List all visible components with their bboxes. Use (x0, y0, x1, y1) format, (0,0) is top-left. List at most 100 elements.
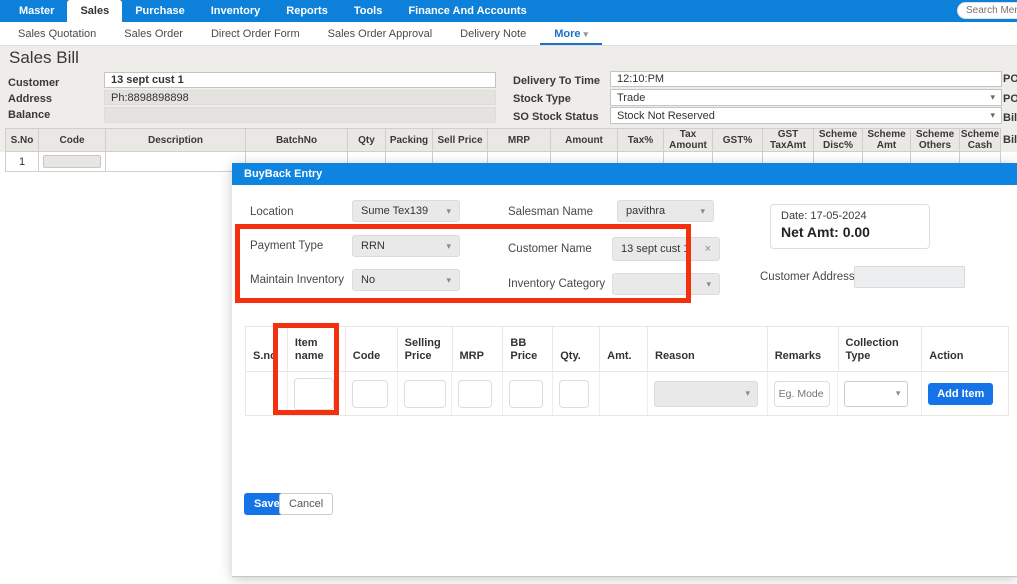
column-header: GST TaxAmt (763, 129, 814, 151)
column-header: Selling Price (398, 327, 453, 372)
column-header: Scheme Others (911, 129, 960, 151)
app-window: Master Sales Purchase Inventory Reports … (0, 0, 1017, 584)
customer-label: Customer (8, 77, 59, 89)
tab-inventory[interactable]: Inventory (198, 0, 274, 22)
customer-name-chip[interactable]: 13 sept cust 1 × (612, 237, 720, 261)
customer-name-value: 13 sept cust 1 (621, 243, 690, 255)
cancel-button[interactable]: Cancel (279, 493, 333, 515)
payment-type-value: RRN (361, 240, 385, 252)
date-net-amount-box: Date: 17-05-2024 Net Amt: 0.00 (770, 204, 930, 249)
qty-cell (553, 372, 600, 415)
chevron-down-icon: ▾ (990, 110, 995, 121)
column-header: BB Price (503, 327, 553, 372)
row-sno-cell: 1 (6, 152, 39, 171)
tab-finance-and-accounts[interactable]: Finance And Accounts (395, 0, 539, 22)
code-input[interactable] (43, 155, 101, 168)
subnav-sales-quotation[interactable]: Sales Quotation (4, 22, 110, 45)
tab-master[interactable]: Master (6, 0, 67, 22)
address-label: Address (8, 93, 52, 105)
payment-type-label: Payment Type (250, 240, 323, 252)
maintain-inventory-select[interactable]: No▾ (352, 269, 460, 291)
chevron-down-icon: ▾ (745, 388, 750, 399)
column-header: BatchNo (246, 129, 348, 151)
delivery-to-time-input[interactable] (610, 71, 1002, 87)
items-table-header: S.no Item name Code Selling Price MRP BB… (246, 327, 1008, 372)
salesman-name-select[interactable]: pavithra ▾ (617, 200, 714, 222)
so-stock-status-value: Stock Not Reserved (617, 110, 715, 122)
inventory-category-label: Inventory Category (508, 278, 605, 290)
customer-name-label: Customer Name (508, 243, 592, 255)
subnav-direct-order-form[interactable]: Direct Order Form (197, 22, 314, 45)
chevron-down-icon: ▾ (446, 241, 451, 252)
selling-price-input[interactable] (404, 380, 446, 408)
inventory-category-select[interactable]: ▾ (612, 273, 720, 295)
bill-cut-label: Bill (1003, 112, 1017, 124)
address-value: Ph:8898898898 (111, 92, 189, 104)
action-cell: Add Item (922, 372, 1008, 415)
column-header: Code (346, 327, 398, 372)
collection-type-cell: ▾ (838, 372, 922, 415)
address-field[interactable]: Ph:8898898898 (104, 90, 496, 105)
add-item-button[interactable]: Add Item (928, 383, 993, 405)
subnav-delivery-note[interactable]: Delivery Note (446, 22, 540, 45)
column-header: MRP (453, 327, 504, 372)
salesman-name-value: pavithra (626, 205, 665, 217)
top-nav-bar: Master Sales Purchase Inventory Reports … (0, 0, 1017, 22)
stock-type-select[interactable]: Trade▾ (610, 89, 1002, 106)
subnav-more-dropdown[interactable]: More ▾ (540, 22, 602, 45)
location-label: Location (250, 206, 293, 218)
selling-price-cell (398, 372, 453, 415)
so-stock-status-label: SO Stock Status (513, 111, 599, 123)
amt-cell (600, 372, 648, 415)
reason-select[interactable]: ▾ (654, 381, 758, 407)
column-header: Item name (288, 327, 346, 372)
balance-label: Balance (8, 109, 50, 121)
so-stock-status-select[interactable]: Stock Not Reserved ▾ (610, 107, 1002, 124)
chevron-down-icon: ▾ (700, 206, 705, 217)
column-header: Scheme Cash (960, 129, 1001, 151)
column-header: Amount (551, 129, 618, 151)
remarks-input[interactable] (774, 381, 830, 407)
column-header: Description (106, 129, 246, 151)
sales-sub-nav: Sales Quotation Sales Order Direct Order… (0, 22, 1017, 46)
column-header: Collection Type (839, 327, 923, 372)
column-header: Scheme Disc% (814, 129, 863, 151)
tab-purchase[interactable]: Purchase (122, 0, 198, 22)
customer-input[interactable] (104, 72, 496, 88)
subnav-sales-order-approval[interactable]: Sales Order Approval (314, 22, 447, 45)
row-code-cell (39, 152, 106, 171)
close-icon[interactable]: × (705, 243, 711, 255)
stock-type-value: Trade (617, 92, 645, 104)
column-header: Action (922, 327, 1008, 372)
mrp-input[interactable] (458, 380, 492, 408)
sales-table-header: S.No Code Description BatchNo Qty Packin… (5, 128, 1001, 152)
page-title: Sales Bill (9, 48, 79, 68)
more-label: More (554, 28, 580, 40)
modal-title-bar[interactable]: BuyBack Entry (232, 163, 1017, 185)
tab-reports[interactable]: Reports (273, 0, 341, 22)
balance-field[interactable] (104, 107, 496, 123)
item-code-input[interactable] (352, 380, 388, 408)
stock-type-label: Stock Type (513, 93, 571, 105)
payment-type-select[interactable]: RRN ▾ (352, 235, 460, 257)
salesman-name-label: Salesman Name (508, 206, 593, 218)
column-header: MRP (488, 129, 551, 151)
collection-type-select[interactable]: ▾ (844, 381, 908, 407)
qty-input[interactable] (559, 380, 589, 408)
maintain-inventory-label: Maintain Inventory (250, 274, 344, 286)
column-header: Scheme Amt (863, 129, 911, 151)
customer-address-input[interactable] (854, 266, 965, 288)
column-header: S.No (6, 129, 39, 151)
row-description-cell[interactable] (106, 152, 246, 171)
reason-cell: ▾ (648, 372, 768, 415)
tab-tools[interactable]: Tools (341, 0, 396, 22)
location-select[interactable]: Sume Tex139▾ (352, 200, 460, 222)
maintain-inventory-value: No (361, 274, 375, 286)
modal-title: BuyBack Entry (244, 168, 322, 180)
subnav-sales-order[interactable]: Sales Order (110, 22, 197, 45)
tab-sales[interactable]: Sales (67, 0, 122, 22)
item-name-input[interactable] (294, 378, 334, 410)
column-header: Amt. (600, 327, 648, 372)
search-menu-input[interactable] (957, 2, 1017, 19)
bb-price-input[interactable] (509, 380, 543, 408)
